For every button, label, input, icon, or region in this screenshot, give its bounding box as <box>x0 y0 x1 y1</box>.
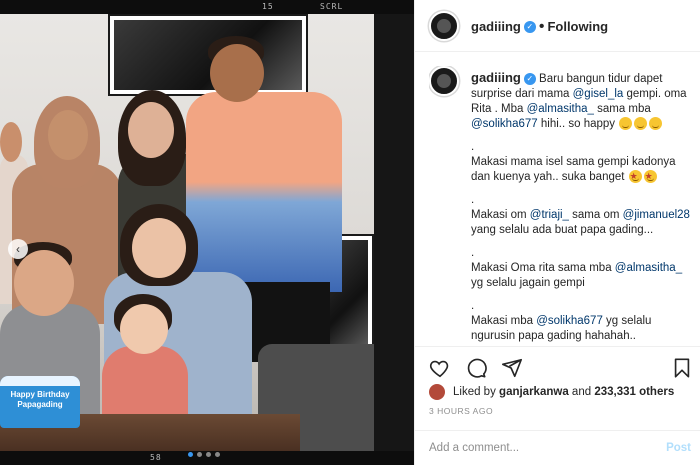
smiling-face-icon <box>649 117 663 131</box>
smiling-face-icon <box>634 117 648 131</box>
mention-link[interactable]: @jimanuel28 <box>623 209 690 221</box>
mention-link[interactable]: @solikha677 <box>536 315 603 327</box>
mention-link[interactable]: @almasitha_ <box>615 262 682 274</box>
post-comment-button[interactable]: Post <box>666 442 691 454</box>
action-bar <box>415 346 700 386</box>
comment-icon[interactable] <box>465 357 487 379</box>
birthday-cake: Happy Birthday Papagading <box>0 376 80 428</box>
verified-icon: ✓ <box>523 20 536 33</box>
liker-username[interactable]: ganjarkanwa <box>499 386 569 398</box>
mention-link[interactable]: @gisel_la <box>573 88 624 100</box>
verified-icon: ✓ <box>523 72 536 85</box>
caption: gadiiing ✓ Baru bangun tidur dapet surpri… <box>429 66 691 344</box>
caption-body: gadiiing ✓ Baru bangun tidur dapet surpri… <box>471 70 691 344</box>
post-side-panel: gadiiing ✓ • Following gadiiing ✓ Baru bangu… <box>414 0 700 465</box>
likes-summary: Liked by ganjarkanwa and 233,331 others <box>429 384 699 402</box>
star-eyes-icon <box>628 169 642 184</box>
photo-right-edge <box>374 14 414 451</box>
photo-top-strip: 15 SCRL <box>0 0 414 14</box>
post-photo[interactable]: Happy Birthday Papagading ‹ <box>0 14 374 451</box>
strip-label-right: SCRL <box>320 2 344 11</box>
mention-link[interactable]: @almasitha_ <box>527 103 594 115</box>
heart-icon[interactable] <box>429 357 451 379</box>
carousel-dot[interactable] <box>197 452 202 457</box>
strip-label-bottom: 58 <box>150 453 162 462</box>
following-button[interactable]: Following <box>547 19 608 34</box>
bookmark-icon[interactable] <box>671 357 693 379</box>
header-separator: • <box>538 18 545 35</box>
carousel-dot[interactable] <box>206 452 211 457</box>
person-man-tiedye <box>186 92 342 292</box>
caption-username[interactable]: gadiiing <box>471 70 521 85</box>
carousel-prev-button[interactable]: ‹ <box>8 239 28 259</box>
liker-avatar[interactable] <box>429 384 445 400</box>
mention-link[interactable]: @solikha677 <box>471 118 538 130</box>
mention-link[interactable]: @triaji_ <box>530 209 569 221</box>
carousel-dots <box>188 452 220 457</box>
caption-avatar[interactable] <box>429 66 459 96</box>
instagram-post-view: 15 SCRL Happy Birthday Papagading ‹ 58 g… <box>0 0 700 465</box>
comment-bar: Add a comment... Post <box>415 430 700 465</box>
header-avatar[interactable] <box>429 11 459 41</box>
photo-pane: 15 SCRL Happy Birthday Papagading ‹ 58 <box>0 0 414 465</box>
post-timestamp[interactable]: 3 HOURS AGO <box>429 406 493 416</box>
header-username[interactable]: gadiiing <box>471 19 521 34</box>
likes-count-link[interactable]: 233,331 others <box>594 386 674 398</box>
star-eyes-icon <box>643 169 657 184</box>
cake-text: Happy Birthday Papagading <box>10 390 70 409</box>
post-header: gadiiing ✓ • Following <box>415 0 700 52</box>
carousel-dot[interactable] <box>188 452 193 457</box>
smiling-face-icon <box>619 117 633 131</box>
share-icon[interactable] <box>501 357 523 379</box>
strip-label-left: 15 <box>262 2 274 11</box>
carousel-dot[interactable] <box>215 452 220 457</box>
comment-input[interactable]: Add a comment... <box>429 442 519 454</box>
